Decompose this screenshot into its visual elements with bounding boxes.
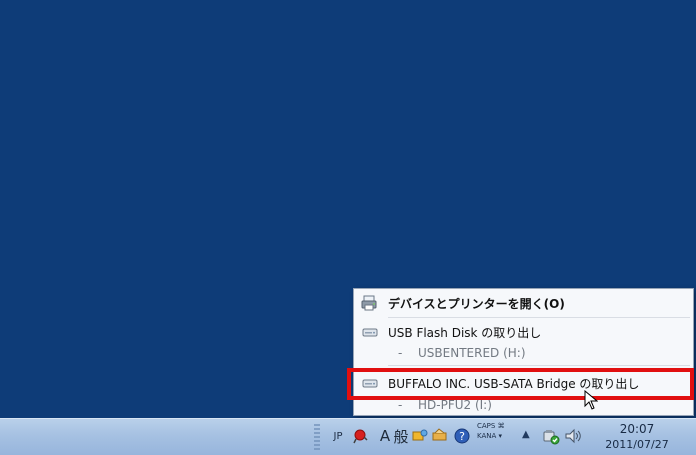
chevron-down-icon: ▾ — [498, 432, 503, 440]
eject-usb-flash-disk-item[interactable]: USB Flash Disk の取り出し — [354, 320, 693, 344]
ime-status-icon[interactable] — [351, 427, 371, 445]
taskbar — [0, 418, 696, 455]
menu-divider — [388, 365, 690, 366]
drive-icon — [359, 323, 381, 341]
clock-date: 2011/07/27 — [605, 438, 669, 451]
language-indicator[interactable]: JP — [330, 427, 346, 445]
ime-pad-icon[interactable] — [431, 427, 449, 445]
usbentered-drive-label: USBENTERED (H:) — [418, 346, 526, 360]
open-devices-and-printers-item[interactable]: デバイスとプリンターを開く(O) — [354, 291, 693, 315]
help-icon[interactable]: ? — [454, 427, 470, 445]
keyboard-icon: ⌘ — [497, 422, 505, 430]
kana-label: KANA — [477, 432, 497, 440]
drive-icon — [359, 374, 381, 392]
mouse-cursor-icon — [584, 390, 598, 410]
safely-remove-hardware-menu: デバイスとプリンターを開く(O) USB Flash Disk の取り出し - … — [353, 288, 694, 416]
svg-text:?: ? — [459, 430, 465, 443]
eject-buffalo-usb-sata-item[interactable]: BUFFALO INC. USB-SATA Bridge の取り出し — [354, 371, 693, 395]
show-hidden-icons-icon[interactable]: ▲ — [522, 430, 532, 440]
drive-dash: - — [398, 398, 403, 412]
printer-icon — [359, 294, 381, 312]
ime-conversion-mode[interactable]: 般 — [392, 427, 410, 446]
caps-kana-indicator: CAPS ⌘ KANA ▾ — [477, 421, 519, 447]
drive-dash: - — [398, 346, 403, 360]
eject-usb-flash-disk-label: USB Flash Disk の取り出し — [388, 325, 542, 340]
menu-divider — [388, 317, 690, 318]
safe-remove-icon[interactable] — [542, 427, 560, 445]
caps-label: CAPS — [477, 422, 496, 430]
usbentered-drive-entry: - USBENTERED (H:) — [354, 344, 693, 364]
speaker-icon[interactable] — [564, 427, 584, 445]
hd-pfu2-drive-entry: - HD-PFU2 (I:) — [354, 396, 693, 416]
clock-time: 20:07 — [619, 422, 655, 436]
hd-pfu2-drive-label: HD-PFU2 (I:) — [418, 398, 492, 412]
eject-buffalo-usb-sata-label: BUFFALO INC. USB-SATA Bridge の取り出し — [388, 376, 640, 391]
ime-input-mode[interactable]: A — [379, 427, 391, 445]
system-clock[interactable]: 20:07 2011/07/27 — [598, 422, 676, 452]
ime-tools-icon[interactable] — [412, 427, 428, 445]
tray-grip[interactable] — [314, 424, 320, 450]
open-devices-and-printers-label: デバイスとプリンターを開く(O) — [388, 296, 565, 311]
